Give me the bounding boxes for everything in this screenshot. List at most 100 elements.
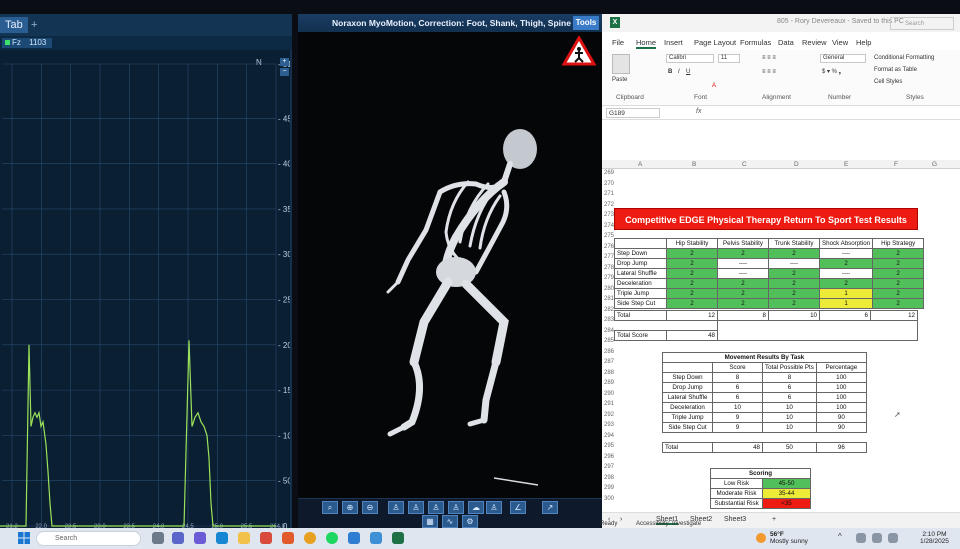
movement-cell[interactable]: 6 <box>762 382 817 393</box>
status-accessibility[interactable]: Accessibility: Investigate <box>636 521 701 527</box>
column-header[interactable]: C <box>742 161 747 168</box>
rts-score-cell[interactable]: 2 <box>818 278 874 289</box>
row-number[interactable]: 283 <box>602 317 614 323</box>
rts-score-cell[interactable]: 2 <box>717 248 769 259</box>
row-number[interactable]: 274 <box>602 223 614 229</box>
scoring-range[interactable]: <35 <box>762 498 811 509</box>
movement-cell[interactable]: Deceleration <box>662 402 713 413</box>
rts-score-cell[interactable]: 2 <box>666 288 718 299</box>
rts-score-cell[interactable]: 2 <box>717 288 769 299</box>
column-header[interactable]: F <box>894 161 898 168</box>
rts-header-cell[interactable]: Hip Strategy <box>872 238 925 249</box>
excel-taskbar-icon[interactable] <box>392 532 404 544</box>
angle-icon[interactable]: ∠ <box>510 501 526 514</box>
rts-score-cell[interactable]: ---- <box>717 268 769 279</box>
zoom-out-button[interactable]: − <box>280 68 289 76</box>
figure-front-icon[interactable]: ♙ <box>388 501 404 514</box>
chat-icon[interactable] <box>194 532 206 544</box>
rts-score-cell[interactable]: ---- <box>768 258 820 269</box>
underline-button[interactable]: U <box>686 68 690 77</box>
paste-icon[interactable] <box>612 54 630 74</box>
row-number[interactable]: 288 <box>602 370 614 376</box>
rts-row-label[interactable]: Step Down <box>614 248 667 259</box>
row-number[interactable]: 300 <box>602 496 614 502</box>
row-number[interactable]: 296 <box>602 454 614 460</box>
rts-score-cell[interactable]: 1 <box>818 288 874 299</box>
movement-header-cell[interactable]: Total Possible Pts <box>762 362 817 373</box>
view-cloud-icon[interactable]: ☁ <box>468 501 484 514</box>
movement-cell[interactable]: 6 <box>712 382 763 393</box>
movement-cell[interactable]: Side Step Cut <box>662 422 713 433</box>
bold-button[interactable]: B <box>668 68 672 77</box>
movement-cell[interactable]: Lateral Shuffle <box>662 392 713 403</box>
add-tab-button[interactable]: + <box>26 17 42 33</box>
row-number[interactable]: 281 <box>602 296 614 302</box>
movement-cell[interactable]: 10 <box>712 402 763 413</box>
row-number[interactable]: 290 <box>602 391 614 397</box>
chrome-icon[interactable] <box>304 532 316 544</box>
task-view-icon[interactable] <box>152 532 164 544</box>
row-number[interactable]: 270 <box>602 181 614 187</box>
rts-score-cell[interactable]: 2 <box>818 258 874 269</box>
row-number[interactable]: 277 <box>602 254 614 260</box>
force-plot[interactable]: - 5100- 4500- 4000- 3500- 3000- 2500- 20… <box>0 50 290 528</box>
rts-score-cell[interactable]: 2 <box>666 268 718 279</box>
row-number[interactable]: 293 <box>602 422 614 428</box>
app-icon[interactable] <box>348 532 360 544</box>
cell-styles-button[interactable]: Cell Styles <box>874 78 902 87</box>
movement-cell[interactable]: 100 <box>815 382 867 393</box>
movement-cell[interactable]: 9 <box>712 412 763 423</box>
rts-score-cell[interactable]: 2 <box>768 268 820 279</box>
total-cell[interactable]: 8 <box>717 310 769 321</box>
format-as-table-button[interactable]: Format as Table <box>874 66 917 75</box>
movement-total-cell[interactable]: 50 <box>762 442 817 453</box>
arrow-icon[interactable]: ↗ <box>542 501 558 514</box>
total-cell[interactable]: 12 <box>870 310 918 321</box>
row-number[interactable]: 287 <box>602 359 614 365</box>
rts-header-cell[interactable]: Hip Stability <box>666 238 718 249</box>
rts-score-cell[interactable]: ---- <box>818 268 874 279</box>
movement-cell[interactable]: 6 <box>762 392 817 403</box>
row-number[interactable]: 285 <box>602 338 614 344</box>
row-number[interactable]: 295 <box>602 443 614 449</box>
taskbar-clock[interactable]: 2:10 PM 1/28/2025 <box>920 531 949 545</box>
rts-score-cell[interactable]: 2 <box>717 298 769 309</box>
rts-header-cell[interactable] <box>614 238 667 249</box>
rts-score-cell[interactable]: 2 <box>872 298 925 309</box>
scoring-title[interactable]: Scoring <box>710 468 811 479</box>
column-header[interactable]: G <box>932 161 937 168</box>
ribbon-tab-page-layout[interactable]: Page Layout <box>694 38 736 47</box>
spotify-icon[interactable] <box>326 532 338 544</box>
excel-search-box[interactable]: Search <box>890 17 954 30</box>
teams-icon[interactable] <box>172 532 184 544</box>
edge-icon[interactable] <box>216 532 228 544</box>
rts-header-cell[interactable]: Pelvis Stability <box>717 238 769 249</box>
ribbon-tab-insert[interactable]: Insert <box>664 38 683 47</box>
app-icon[interactable] <box>282 532 294 544</box>
chevron-up-icon[interactable]: ^ <box>838 532 850 544</box>
row-number[interactable]: 286 <box>602 349 614 355</box>
graph-tab[interactable]: Tab <box>0 17 28 33</box>
total-cell[interactable]: 12 <box>666 310 718 321</box>
rts-score-cell[interactable]: 2 <box>872 248 925 259</box>
row-number[interactable]: 272 <box>602 202 614 208</box>
figure-back-icon[interactable]: ♙ <box>428 501 444 514</box>
app-icon[interactable] <box>370 532 382 544</box>
movement-header-cell[interactable]: Score <box>712 362 763 373</box>
channel-chip[interactable]: Fz 1103 <box>2 38 52 48</box>
next-sheet-icon[interactable]: › <box>620 516 622 523</box>
rts-row-label[interactable]: Drop Jump <box>614 258 667 269</box>
rts-score-cell[interactable]: 2 <box>768 288 820 299</box>
font-name-box[interactable]: Calibri <box>666 54 714 63</box>
ribbon-tab-data[interactable]: Data <box>778 38 794 47</box>
row-number[interactable]: 294 <box>602 433 614 439</box>
rts-score-cell[interactable]: ---- <box>717 258 769 269</box>
row-number[interactable]: 273 <box>602 212 614 218</box>
name-box[interactable]: G189 <box>606 108 660 118</box>
office-icon[interactable] <box>260 532 272 544</box>
figure-full-icon[interactable]: ♙ <box>486 501 502 514</box>
movement-header-cell[interactable] <box>662 362 713 373</box>
movement-cell[interactable]: Triple Jump <box>662 412 713 423</box>
row-number[interactable]: 289 <box>602 380 614 386</box>
row-number[interactable]: 280 <box>602 286 614 292</box>
